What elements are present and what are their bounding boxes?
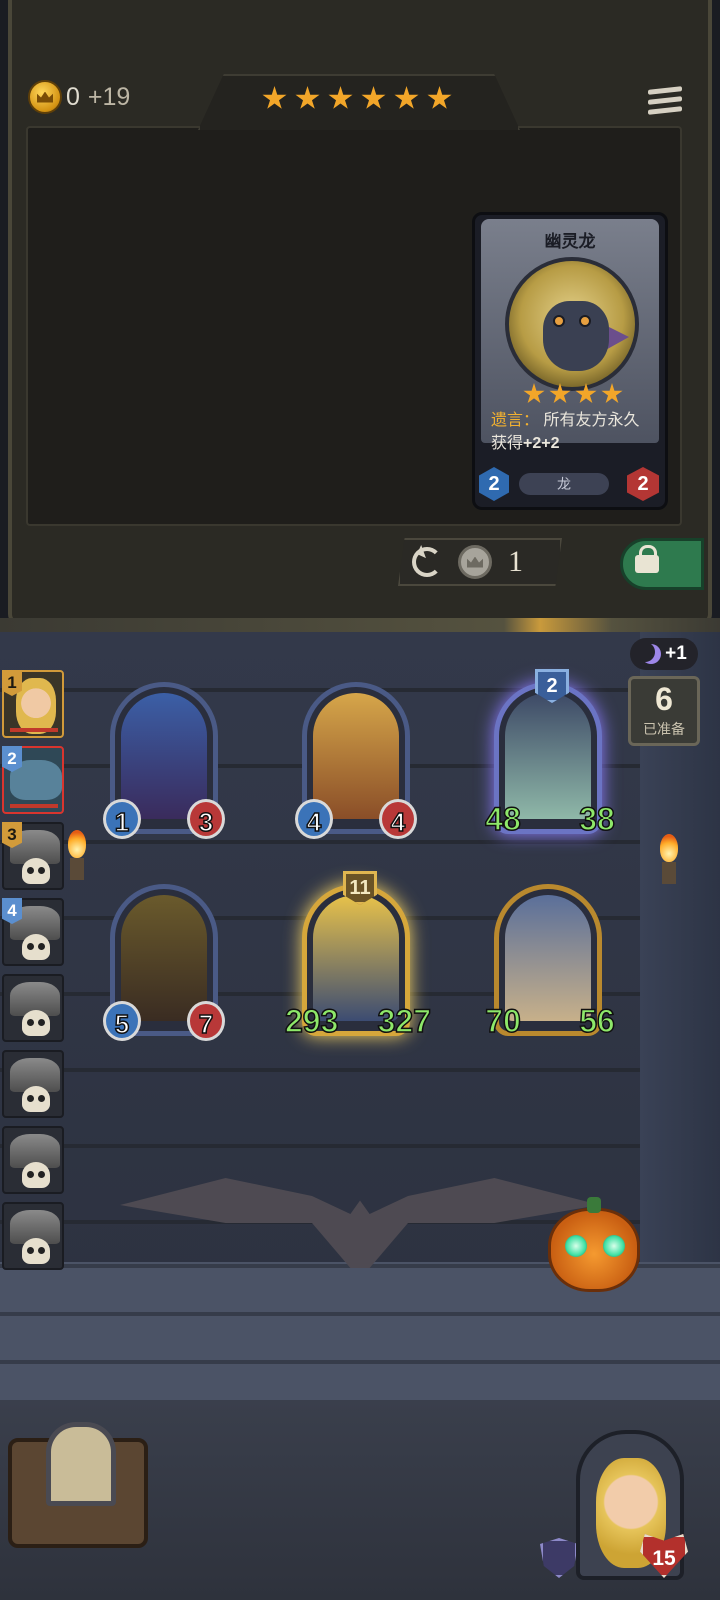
player-slot-eliminated[interactable] <box>2 1050 64 1118</box>
minion-card-preview[interactable]: 幽灵龙 遗言： 所有友方永久获得+2+2 龙 2 2 <box>472 212 668 510</box>
menu-line <box>648 105 682 115</box>
player-list: 1 2 3 4 <box>2 670 70 1278</box>
player-slot-opponent[interactable]: 2 <box>2 746 64 814</box>
pumpkin-stem <box>587 1197 601 1213</box>
player-slot-eliminated[interactable]: 3 <box>2 822 64 890</box>
menu-button[interactable] <box>648 84 682 116</box>
pumpkin-pet-icon[interactable] <box>548 1197 640 1292</box>
star-icon <box>262 86 287 109</box>
card-tribe: 龙 <box>519 473 609 495</box>
player-slot-self[interactable]: 1 <box>2 670 64 738</box>
gold-income: +19 <box>87 82 131 111</box>
moon-bonus: +1 <box>630 638 698 670</box>
minion-attack: 4 <box>295 799 333 839</box>
torch-icon <box>660 834 682 884</box>
player-health-bar <box>10 804 58 808</box>
star-icon <box>549 383 571 404</box>
skull-icon <box>22 934 50 960</box>
minion-art <box>121 895 207 1021</box>
player-rank: 1 <box>2 670 22 696</box>
star-icon <box>328 86 353 109</box>
card-effect-bold: +2+2 <box>523 435 560 452</box>
skull-icon <box>22 858 50 884</box>
pumpkin-eye <box>565 1235 587 1257</box>
torch-icon <box>68 830 90 880</box>
star-icon <box>523 383 545 404</box>
player-rank: 4 <box>2 898 22 924</box>
refresh-icon <box>412 547 442 577</box>
star-icon <box>601 383 623 404</box>
pumpkin-eye <box>603 1235 625 1257</box>
menu-line <box>648 85 682 95</box>
player-slot-eliminated[interactable] <box>2 974 64 1042</box>
gold-coin-icon <box>28 80 62 114</box>
card-portrait <box>505 257 639 391</box>
minion-attack: 1 <box>103 799 141 839</box>
skull-icon <box>22 1010 50 1036</box>
tavern-shop-button[interactable] <box>8 1422 148 1548</box>
star-icon <box>361 86 386 109</box>
freeze-shop-button[interactable] <box>620 538 704 590</box>
skull-icon <box>22 1162 50 1188</box>
card-attack: 2 <box>479 467 509 501</box>
minion-blond-hero[interactable]: 11 293 327 <box>284 871 432 1040</box>
gold-display: 0 +19 <box>28 80 130 114</box>
minion-health: 56 <box>578 1002 615 1040</box>
card-name: 幽灵龙 <box>544 232 596 251</box>
minion-attack: 293 <box>284 1002 339 1040</box>
minion-spectral-horse[interactable]: 2 48 38 <box>484 669 616 838</box>
player-slot-eliminated[interactable] <box>2 1126 64 1194</box>
minion-art <box>313 693 399 819</box>
minion-art <box>121 693 207 819</box>
tavern-window-icon <box>46 1422 116 1506</box>
player-avatar <box>16 678 56 734</box>
refresh-cost: 1 <box>508 545 523 578</box>
minion-golden-knight[interactable]: 4 4 <box>295 682 417 839</box>
card-keyword-sep: ： <box>523 412 540 429</box>
menu-line <box>648 95 682 105</box>
player-slot-eliminated[interactable] <box>2 1202 64 1270</box>
player-rank: 3 <box>2 822 22 848</box>
card-effect-text: 遗言： 所有友方永久获得+2+2 <box>487 409 653 455</box>
ready-label: 已准备 <box>643 721 685 737</box>
refresh-button[interactable]: 1 <box>398 538 562 586</box>
minion-health: 38 <box>578 800 615 838</box>
minion-attack: 70 <box>484 1002 521 1040</box>
minion-attack: 48 <box>484 800 521 838</box>
panel-divider <box>0 618 720 632</box>
player-slot-eliminated[interactable]: 4 <box>2 898 64 966</box>
dragon-eye <box>553 315 565 327</box>
skull-icon <box>22 1238 50 1264</box>
player-health-bar <box>10 728 58 732</box>
minion-health: 4 <box>379 799 417 839</box>
card-stars <box>523 383 623 405</box>
silver-coin-icon <box>458 545 492 579</box>
lock-icon <box>635 545 659 573</box>
minion-health: 3 <box>187 799 225 839</box>
star-icon <box>295 86 320 109</box>
minion-blue-haired-elf[interactable]: 1 3 <box>103 682 225 839</box>
ready-count: 6 <box>655 681 673 717</box>
dragon-eye <box>579 315 591 327</box>
minion-attack: 5 <box>103 1001 141 1041</box>
minion-health: 7 <box>187 1001 225 1041</box>
star-icon <box>427 86 452 109</box>
star-icon <box>575 383 597 404</box>
gold-value: 0 <box>66 82 80 111</box>
ready-counter: 6 已准备 <box>628 676 700 746</box>
card-keyword: 遗言 <box>491 412 524 429</box>
player-rank: 2 <box>2 746 22 772</box>
dragon-icon <box>543 301 609 371</box>
skull-icon <box>22 1086 50 1112</box>
minion-dwarf-king[interactable]: 70 56 <box>484 884 616 1040</box>
tavern-tier-stars <box>262 86 452 111</box>
minion-health: 327 <box>377 1002 432 1040</box>
moon-icon <box>641 644 661 664</box>
moon-bonus-text: +1 <box>665 643 687 664</box>
minion-hat-wizard[interactable]: 5 7 <box>103 884 225 1041</box>
star-icon <box>394 86 419 109</box>
card-health: 2 <box>627 467 659 501</box>
